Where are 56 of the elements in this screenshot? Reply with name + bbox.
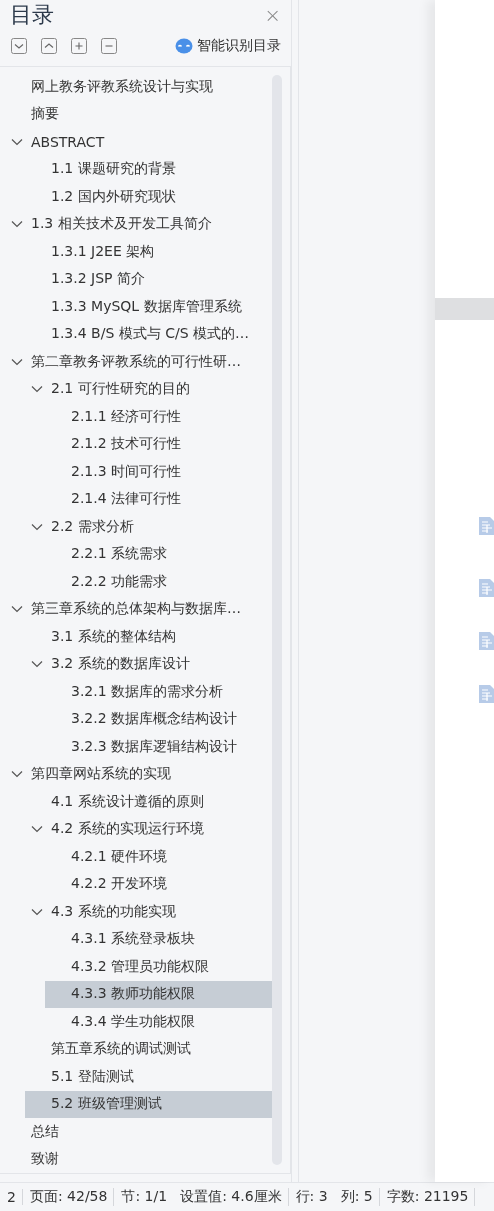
expand-icon[interactable] xyxy=(71,38,87,54)
toc-item[interactable]: 4.2.2 开发环境 xyxy=(45,870,272,898)
scrollbar[interactable] xyxy=(272,75,282,1165)
status-text: 页面: 42/58 xyxy=(22,1188,115,1206)
toc-item[interactable]: 4.3.3 教师功能权限 xyxy=(45,980,272,1008)
toc-item[interactable]: 5.1 登陆测试 xyxy=(25,1063,272,1091)
toc-item[interactable]: 4.2 系统的实现运行环境 xyxy=(25,815,272,843)
toc-item[interactable]: 2.2 需求分析 xyxy=(25,513,272,541)
status-text: 节: 1/1 xyxy=(120,1188,169,1206)
toc-item[interactable]: 4.3.4 学生功能权限 xyxy=(45,1008,272,1036)
toc-item[interactable]: 4.1 系统设计遵循的原则 xyxy=(25,788,272,816)
toc-item[interactable]: 1.1 课题研究的背景 xyxy=(25,155,272,183)
collapse-icon[interactable] xyxy=(101,38,117,54)
toc-item[interactable]: 摘要 xyxy=(5,100,272,128)
status-text: 列: 5 xyxy=(333,1188,380,1206)
toc-item[interactable]: 4.3.1 系统登录板块 xyxy=(45,925,272,953)
status-text: 字数: 21195 xyxy=(379,1188,476,1206)
status-text: 行: 3 xyxy=(294,1188,329,1206)
toc-item[interactable]: 2.1.1 经济可行性 xyxy=(45,403,272,431)
toc-item[interactable]: 1.3.2 JSP 简介 xyxy=(25,265,272,293)
toc-item[interactable]: 第五章系统的调试测试 xyxy=(25,1035,272,1063)
collapse-up-icon[interactable] xyxy=(41,38,57,54)
toc-item[interactable]: 2.2.2 功能需求 xyxy=(45,568,272,596)
panel-title: 目录 xyxy=(10,1,54,29)
toc-item[interactable]: 2.2.1 系统需求 xyxy=(45,540,272,568)
toc-item[interactable]: 1.3 相关技术及开发工具简介 xyxy=(5,210,272,238)
toc-item[interactable]: 3.2 系统的数据库设计 xyxy=(25,650,272,678)
toc-item[interactable]: 1.3.1 J2EE 架构 xyxy=(25,238,272,266)
toc-item[interactable]: 3.2.3 数据库逻辑结构设计 xyxy=(45,733,272,761)
toc-item[interactable]: 2.1.2 技术可行性 xyxy=(45,430,272,458)
toc-item[interactable]: 3.2.1 数据库的需求分析 xyxy=(45,678,272,706)
close-icon[interactable]: × xyxy=(264,5,281,25)
toc-item[interactable]: 2.1.3 时间可行性 xyxy=(45,458,272,486)
toc-item[interactable]: 4.3.2 管理员功能权限 xyxy=(45,953,272,981)
toc-item[interactable]: 2.1.4 法律可行性 xyxy=(45,485,272,513)
toc-item[interactable]: 1.3.3 MySQL 数据库管理系统 xyxy=(25,293,272,321)
robot-icon xyxy=(175,38,193,54)
status-text: 设置值: 4.6厘米 xyxy=(173,1188,289,1206)
toc-item[interactable]: 总结 xyxy=(5,1118,272,1146)
toc-item[interactable]: 网上教务评教系统设计与实现 xyxy=(5,73,272,101)
toc-item[interactable]: 1.3.4 B/S 模式与 C/S 模式的… xyxy=(25,320,272,348)
toc-item[interactable]: 第三章系统的总体架构与数据库… xyxy=(5,595,272,623)
toc-item[interactable]: 第四章网站系统的实现 xyxy=(5,760,272,788)
toc-item[interactable]: 2.1 可行性研究的目的 xyxy=(25,375,272,403)
toc-item[interactable]: 4.2.1 硬件环境 xyxy=(45,843,272,871)
smart-toc-button[interactable]: 智能识别目录 xyxy=(175,37,281,55)
toc-item[interactable]: 致谢 xyxy=(5,1145,272,1173)
toc-item[interactable]: 4.3 系统的功能实现 xyxy=(25,898,272,926)
toc-item[interactable]: 3.1 系统的整体结构 xyxy=(25,623,272,651)
toc-item[interactable]: 3.2.2 数据库概念结构设计 xyxy=(45,705,272,733)
toc-item[interactable]: 5.2 班级管理测试 xyxy=(25,1090,272,1118)
collapse-down-icon[interactable] xyxy=(11,38,27,54)
toc-item[interactable]: 第二章教务评教系统的可行性研… xyxy=(5,348,272,376)
toc-item[interactable]: 1.2 国内外研究现状 xyxy=(25,183,272,211)
toc-item[interactable]: ABSTRACT xyxy=(5,128,272,156)
status-text: 2 xyxy=(0,1189,23,1205)
